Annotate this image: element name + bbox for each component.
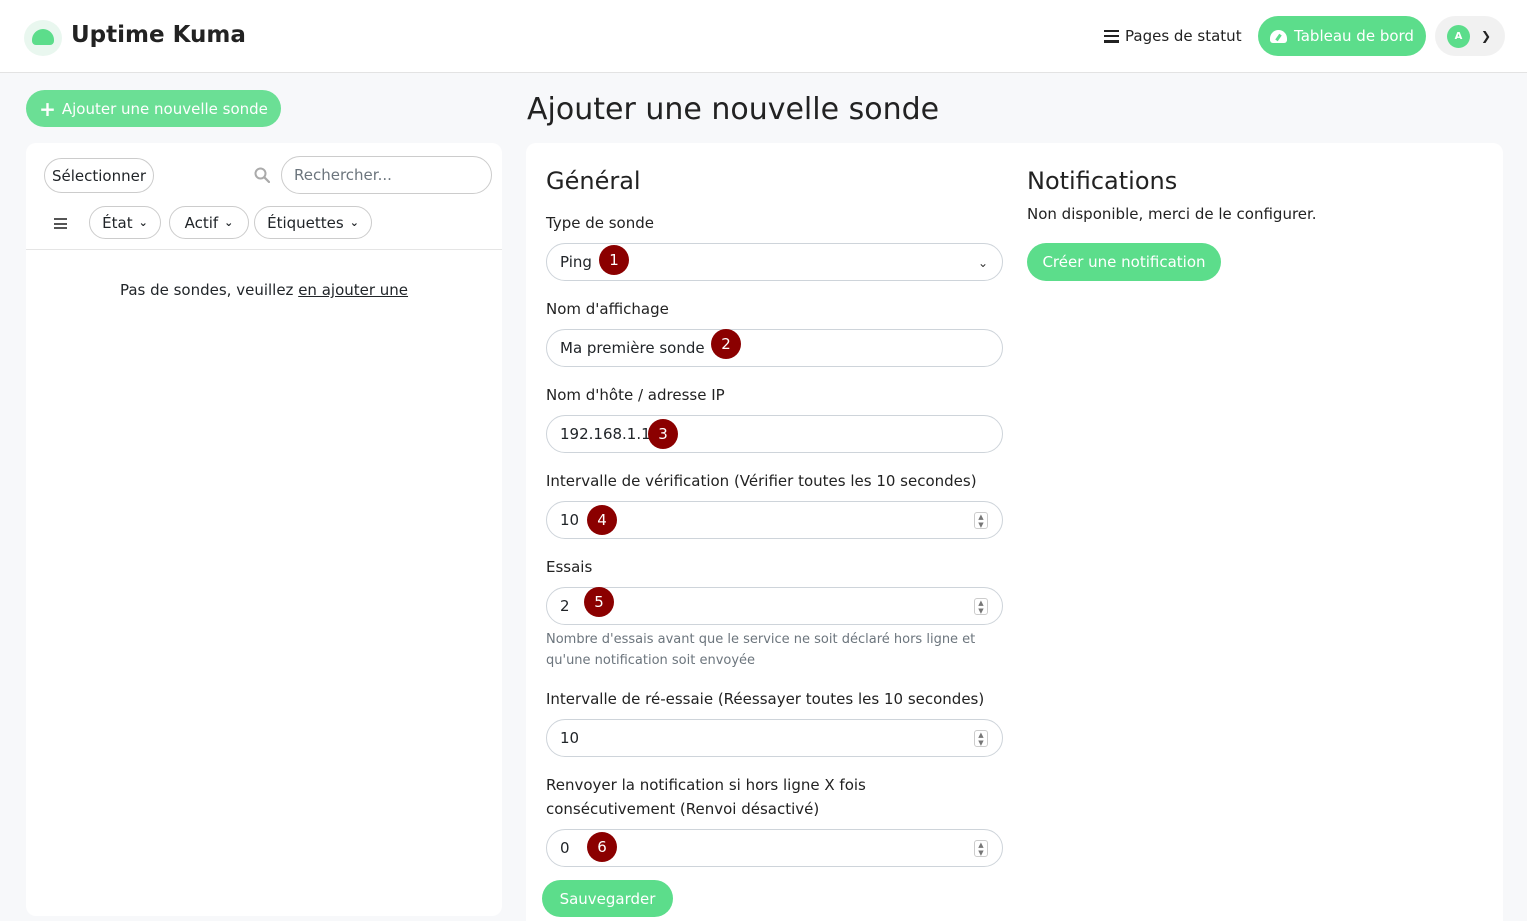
interval-label: Intervalle de vérification (Vérifier tou… [546,472,977,490]
tachometer-icon [1270,29,1288,43]
chevron-down-icon: ⌄ [349,216,359,229]
annotation-badge: 1 [599,245,629,275]
save-button[interactable]: Sauvegarder [542,880,673,917]
monitor-form-panel: Général Type de sonde Ping ⌄ 1 Nom d'aff… [526,143,1503,921]
friendly-name-value: Ma première sonde [560,339,705,357]
empty-monitor-message: Pas de sondes, veuillez en ajouter une [26,281,502,299]
friendly-name-label: Nom d'affichage [546,300,669,318]
retry-interval-label: Intervalle de ré-essaie (Réessayer toute… [546,690,985,708]
hostname-input[interactable]: 192.168.1.1 [546,415,1003,453]
resend-interval-label: Renvoyer la notification si hors ligne X… [546,776,866,818]
retries-value: 2 [560,597,570,615]
app-title[interactable]: Uptime Kuma [71,22,246,48]
retries-input[interactable]: 2 ▲ ▼ [546,587,1003,625]
profile-menu-button[interactable]: A ❯ [1435,16,1505,56]
retries-label: Essais [546,558,593,576]
status-pages-link[interactable]: Pages de statut [1104,27,1242,45]
list-icon [1104,29,1119,43]
chevron-down-icon: ⌄ [224,216,234,229]
add-monitor-link[interactable]: en ajouter une [298,281,408,299]
filter-active-dropdown[interactable]: Actif ⌄ [169,206,249,239]
dashboard-button[interactable]: Tableau de bord [1258,16,1426,56]
hostname-label: Nom d'hôte / adresse IP [546,386,725,404]
annotation-badge: 5 [584,587,614,617]
filter-status-label: État [102,213,133,232]
filter-tags-dropdown[interactable]: Étiquettes ⌄ [254,206,372,239]
search-icon [254,167,270,183]
add-monitor-label: Ajouter une nouvelle sonde [61,99,268,118]
plus-icon: + [39,96,56,121]
annotation-badge: 3 [648,419,678,449]
divider [26,249,502,250]
search-input[interactable] [281,156,492,194]
avatar: A [1447,25,1470,48]
notifications-unavailable-text: Non disponible, merci de le configurer. [1027,205,1317,223]
annotation-badge: 6 [587,832,617,862]
retries-help-text: Nombre d'essais avant que le service ne … [546,632,976,668]
add-monitor-button[interactable]: + Ajouter une nouvelle sonde [26,90,281,127]
general-section-title: Général [546,167,641,195]
create-notification-button[interactable]: Créer une notification [1027,243,1221,281]
monitor-list-panel: Sélectionner État ⌄ Actif ⌄ Étiquettes ⌄… [26,143,502,916]
status-pages-label: Pages de statut [1125,27,1242,45]
chevron-down-icon: ⌄ [138,216,148,229]
monitor-type-label: Type de sonde [546,214,654,232]
number-spinner-icon[interactable]: ▲ ▼ [974,598,988,615]
chevron-down-icon: ❯ [1481,29,1492,43]
friendly-name-input[interactable]: Ma première sonde [546,329,1003,367]
number-spinner-icon[interactable]: ▲ ▼ [974,512,988,529]
select-mode-icon[interactable] [54,218,67,229]
annotation-badge: 2 [711,329,741,359]
filter-tags-label: Étiquettes [267,213,344,232]
top-header: Uptime Kuma Pages de statut Tableau de b… [0,0,1527,73]
number-spinner-icon[interactable]: ▲ ▼ [974,730,988,747]
retry-interval-input[interactable]: 10 ▲ ▼ [546,719,1003,757]
filter-status-dropdown[interactable]: État ⌄ [89,206,161,239]
retry-interval-value: 10 [560,729,580,747]
monitor-type-value: Ping [560,253,592,271]
hostname-value: 192.168.1.1 [560,425,651,443]
empty-text: Pas de sondes, veuillez [119,281,299,299]
select-button[interactable]: Sélectionner [44,158,154,193]
notifications-section-title: Notifications [1027,167,1178,195]
resend-interval-value: 0 [560,839,570,857]
uptime-kuma-logo-icon[interactable] [24,20,62,56]
dashboard-label: Tableau de bord [1294,27,1414,45]
annotation-badge: 4 [587,505,617,535]
chevron-down-icon: ⌄ [977,256,988,270]
page-title: Ajouter une nouvelle sonde [527,92,940,127]
filter-active-label: Actif [184,213,219,232]
number-spinner-icon[interactable]: ▲ ▼ [974,840,988,857]
interval-value: 10 [560,511,580,529]
